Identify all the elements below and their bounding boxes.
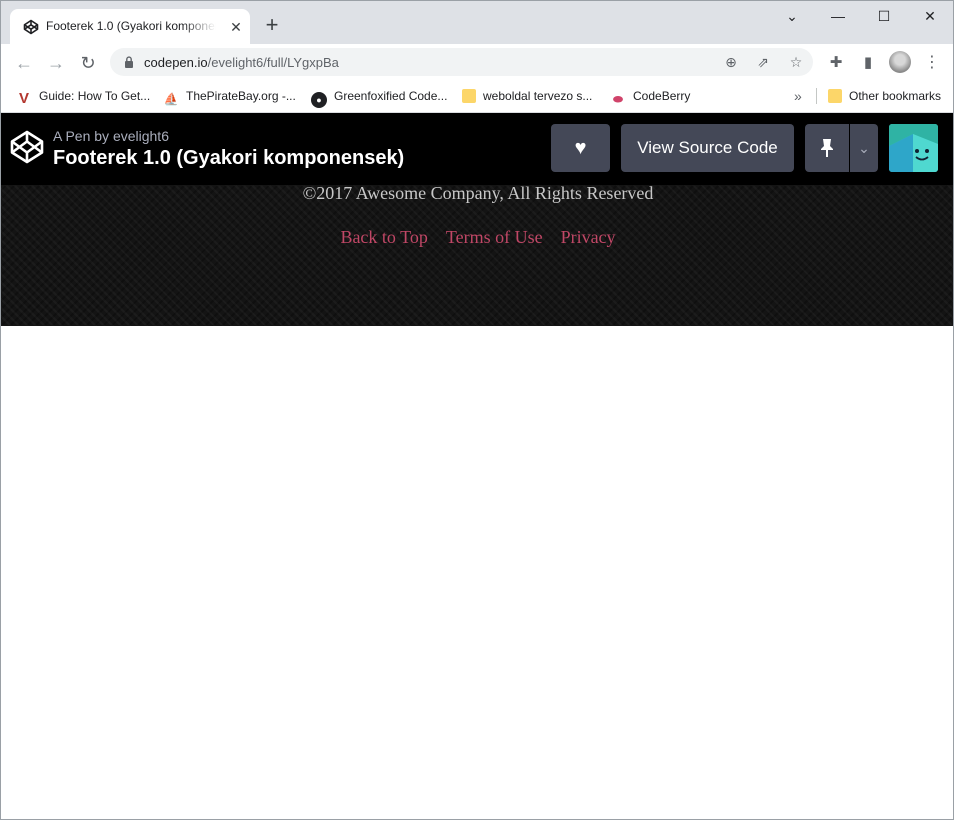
- forward-button[interactable]: →: [42, 49, 70, 77]
- tab-strip: Footerek 1.0 (Gyakori komponensek) ✕ + ⌄…: [1, 1, 953, 44]
- minimize-button[interactable]: —: [815, 1, 861, 31]
- bookmark-item[interactable]: V Guide: How To Get...: [16, 87, 151, 107]
- bookmarks-divider: [816, 88, 817, 104]
- zoom-icon[interactable]: ⊕: [722, 53, 740, 71]
- bookmark-label: CodeBerry: [633, 89, 691, 103]
- pin-button[interactable]: [805, 124, 849, 172]
- heart-icon: ♥: [574, 137, 587, 159]
- codeberry-icon: ⬬: [612, 92, 624, 106]
- bookmark-item[interactable]: ● Greenfoxified Code...: [311, 87, 448, 108]
- vivaldi-v-icon: V: [18, 90, 29, 107]
- privacy-link[interactable]: Privacy: [561, 227, 616, 247]
- bookmark-label: Greenfoxified Code...: [334, 89, 448, 103]
- other-bookmarks-label: Other bookmarks: [849, 89, 942, 103]
- other-bookmarks[interactable]: Other bookmarks: [828, 87, 941, 105]
- user-avatar[interactable]: [889, 124, 938, 172]
- pirate-ship-icon: ⛵: [163, 92, 179, 106]
- back-to-top-link[interactable]: Back to Top: [340, 227, 427, 247]
- extensions-puzzle-icon[interactable]: ✚: [826, 53, 846, 73]
- chevron-down-icon: ⌄: [858, 140, 870, 156]
- terms-of-use-link[interactable]: Terms of Use: [446, 227, 543, 247]
- maximize-button[interactable]: ☐: [861, 1, 907, 31]
- close-window-button[interactable]: ✕: [907, 1, 953, 31]
- profile-avatar[interactable]: [889, 51, 911, 73]
- bookmarks-overflow-button[interactable]: »: [794, 87, 802, 105]
- bookmark-item[interactable]: weboldal tervezo s...: [462, 87, 592, 105]
- bookmark-item[interactable]: ⬬ CodeBerry: [610, 87, 691, 106]
- browser-window: Footerek 1.0 (Gyakori komponensek) ✕ + ⌄…: [0, 0, 954, 820]
- codepen-logo-icon[interactable]: [10, 130, 44, 164]
- browser-tab[interactable]: Footerek 1.0 (Gyakori komponensek) ✕: [10, 9, 250, 44]
- bookmark-label: weboldal tervezo s...: [483, 89, 593, 103]
- footer-links: Back to Top Terms of Use Privacy: [1, 227, 953, 248]
- folder-icon: [828, 89, 842, 103]
- kebab-menu-icon[interactable]: ⋮: [922, 53, 942, 73]
- bookmark-label: Guide: How To Get...: [39, 89, 151, 103]
- pen-title: Footerek 1.0 (Gyakori komponensek): [53, 147, 405, 169]
- tab-close-icon[interactable]: ✕: [228, 19, 244, 35]
- reload-button[interactable]: ↻: [74, 49, 102, 77]
- pen-author-line: A Pen by evelight6: [53, 128, 169, 144]
- copyright-text: ©2017 Awesome Company, All Rights Reserv…: [302, 183, 654, 203]
- new-tab-button[interactable]: +: [260, 13, 284, 37]
- tab-title: Footerek 1.0 (Gyakori komponensek): [46, 19, 216, 33]
- site-footer: ©2017 Awesome Company, All Rights Reserv…: [1, 183, 953, 326]
- github-icon: ●: [311, 92, 327, 108]
- lock-icon: [125, 56, 133, 68]
- codepen-header: A Pen by evelight6 Footerek 1.0 (Gyakori…: [1, 113, 953, 185]
- pin-dropdown-button[interactable]: ⌄: [850, 124, 878, 172]
- bookmark-label: ThePirateBay.org -...: [186, 89, 296, 103]
- bookmarks-bar: V Guide: How To Get... ⛵ ThePirateBay.org …: [1, 80, 953, 113]
- bookmark-star-icon[interactable]: ☆: [787, 53, 805, 71]
- bookmark-item[interactable]: ⛵ ThePirateBay.org -...: [163, 87, 296, 106]
- view-source-button[interactable]: View Source Code: [621, 124, 794, 172]
- url-path: /evelight6/full/LYgxpBa: [207, 55, 339, 70]
- back-button[interactable]: ←: [10, 49, 38, 77]
- browser-toolbar: ← → ↻ codepen.io/evelight6/full/LYgxpBa …: [1, 44, 953, 80]
- heart-button[interactable]: ♥: [551, 124, 610, 172]
- codepen-favicon-icon: [23, 19, 39, 35]
- share-icon[interactable]: ⇗: [754, 53, 772, 71]
- folder-icon: [462, 89, 476, 103]
- author-prefix: A Pen by: [53, 128, 110, 144]
- tab-search-button[interactable]: ⌄: [769, 1, 815, 31]
- url-text: codepen.io/evelight6/full/LYgxpBa: [144, 55, 339, 70]
- pin-icon: [821, 139, 833, 157]
- address-bar[interactable]: codepen.io/evelight6/full/LYgxpBa ⊕ ⇗ ☆: [110, 48, 813, 76]
- page-body: [1, 326, 953, 819]
- side-panel-icon[interactable]: ▮: [858, 53, 878, 73]
- url-host: codepen.io: [144, 55, 208, 70]
- author-name-link[interactable]: evelight6: [113, 128, 169, 144]
